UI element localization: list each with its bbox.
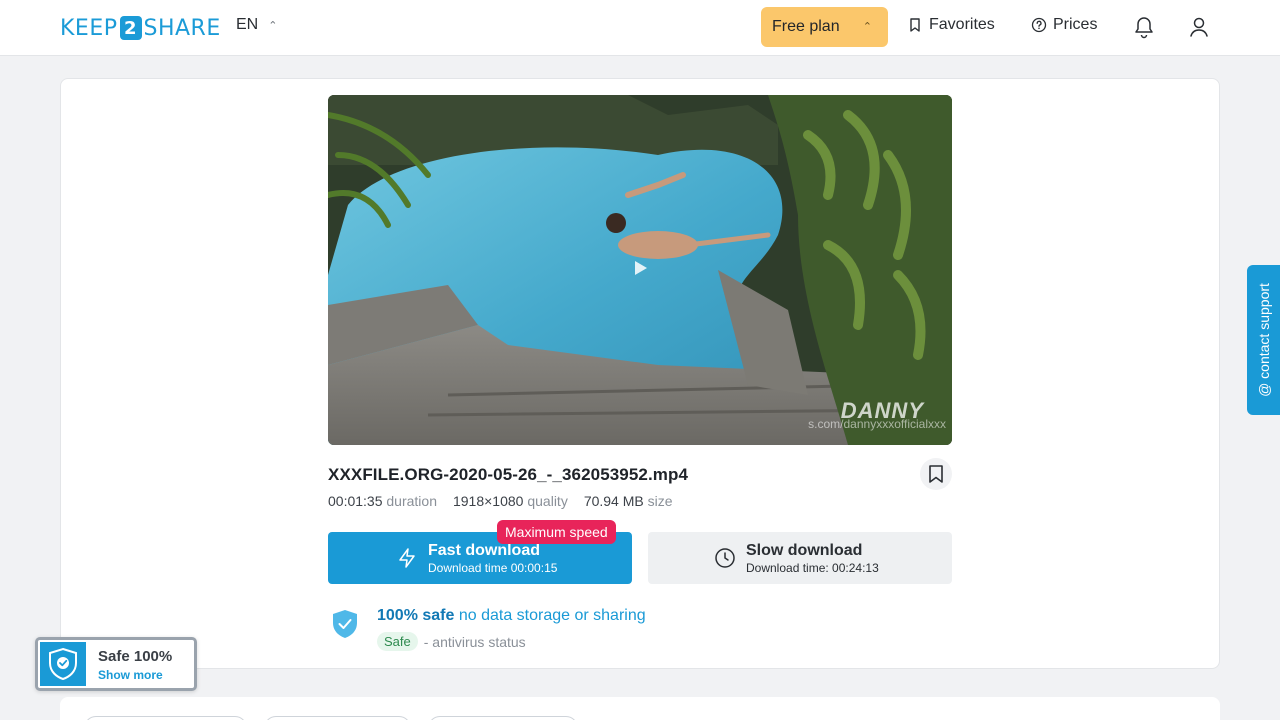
duration-label: duration [386, 493, 437, 509]
antivirus-badge: Safe [377, 632, 418, 651]
bookmark-icon [929, 465, 943, 483]
contact-support-tab[interactable]: @ contact support [1247, 265, 1280, 415]
bell-icon[interactable] [1133, 15, 1155, 39]
antivirus-label: - antivirus status [423, 633, 526, 650]
slow-download-button[interactable]: Slow download Download time: 00:24:13 [648, 532, 952, 584]
contact-support-label: @ contact support [1255, 283, 1272, 397]
user-icon[interactable] [1188, 15, 1210, 39]
shield-check-icon [49, 647, 77, 681]
safety-bold: 100% safe [377, 607, 455, 624]
plan-button[interactable]: Free plan ⌃ [761, 7, 888, 47]
size-label: size [647, 493, 673, 509]
safe-widget-badge [40, 642, 86, 686]
fast-download-title: Fast download [428, 542, 540, 559]
language-label: EN [236, 16, 259, 33]
safe-widget-title: Safe 100% [98, 648, 173, 665]
maximum-speed-badge: Maximum speed [497, 520, 616, 544]
question-circle-icon [1031, 17, 1047, 33]
meta-quality: 1918×1080 quality [453, 493, 568, 509]
logo-two: 2 [119, 16, 142, 40]
safe-widget[interactable]: Safe 100% Show more [35, 637, 197, 691]
tab-pill[interactable] [264, 716, 411, 720]
fast-download-time: Download time 00:00:15 [428, 561, 558, 575]
prices-label: Prices [1053, 16, 1098, 33]
safety-statement: 100% safe no data storage or sharing [377, 607, 646, 625]
meta-size: 70.94 MB size [584, 493, 673, 509]
file-name: XXXFILE.ORG-2020-05-26_-_362053952.mp4 [328, 465, 689, 484]
duration-value: 00:01:35 [328, 493, 383, 509]
slow-download-title: Slow download [746, 542, 863, 559]
logo-keep: KEEP [60, 15, 118, 41]
tab-pill[interactable] [428, 716, 578, 720]
safety-rest: no data storage or sharing [458, 607, 646, 624]
prices-link[interactable]: Prices [1031, 16, 1097, 34]
antivirus-status: Safe - antivirus status [377, 632, 526, 651]
lightning-icon [399, 548, 415, 568]
video-player[interactable]: DANNY s.com/dannyxxxofficialxxx [328, 95, 952, 445]
show-more-link[interactable]: Show more [98, 668, 163, 682]
quality-label: quality [527, 493, 568, 509]
language-selector[interactable]: EN ⌃ [236, 16, 277, 34]
chevron-up-icon: ⌃ [862, 21, 872, 33]
slow-download-time: Download time: 00:24:13 [746, 561, 879, 575]
bookmark-icon [910, 18, 920, 32]
chevron-up-icon: ⌃ [268, 19, 278, 32]
clock-icon [715, 548, 735, 568]
lower-card [60, 697, 1220, 720]
favorites-link[interactable]: Favorites [907, 16, 995, 34]
logo[interactable]: KEEP 2 SHARE [60, 14, 221, 42]
plan-label: Free plan [772, 18, 840, 35]
add-favorite-button[interactable] [920, 458, 952, 490]
logo-share: SHARE [143, 15, 221, 41]
file-meta: 00:01:35 duration 1918×1080 quality 70.9… [328, 493, 673, 509]
tab-pill[interactable] [84, 716, 247, 720]
shield-check-icon [333, 610, 357, 638]
favorites-label: Favorites [929, 16, 995, 33]
top-header: KEEP 2 SHARE EN ⌃ Free plan ⌃ Favorites … [0, 0, 1280, 56]
size-value: 70.94 MB [583, 493, 644, 509]
meta-duration: 00:01:35 duration [328, 493, 437, 509]
play-icon[interactable] [630, 258, 650, 278]
quality-value: 1918×1080 [452, 493, 524, 509]
video-watermark-url: s.com/dannyxxxofficialxxx [808, 417, 946, 431]
